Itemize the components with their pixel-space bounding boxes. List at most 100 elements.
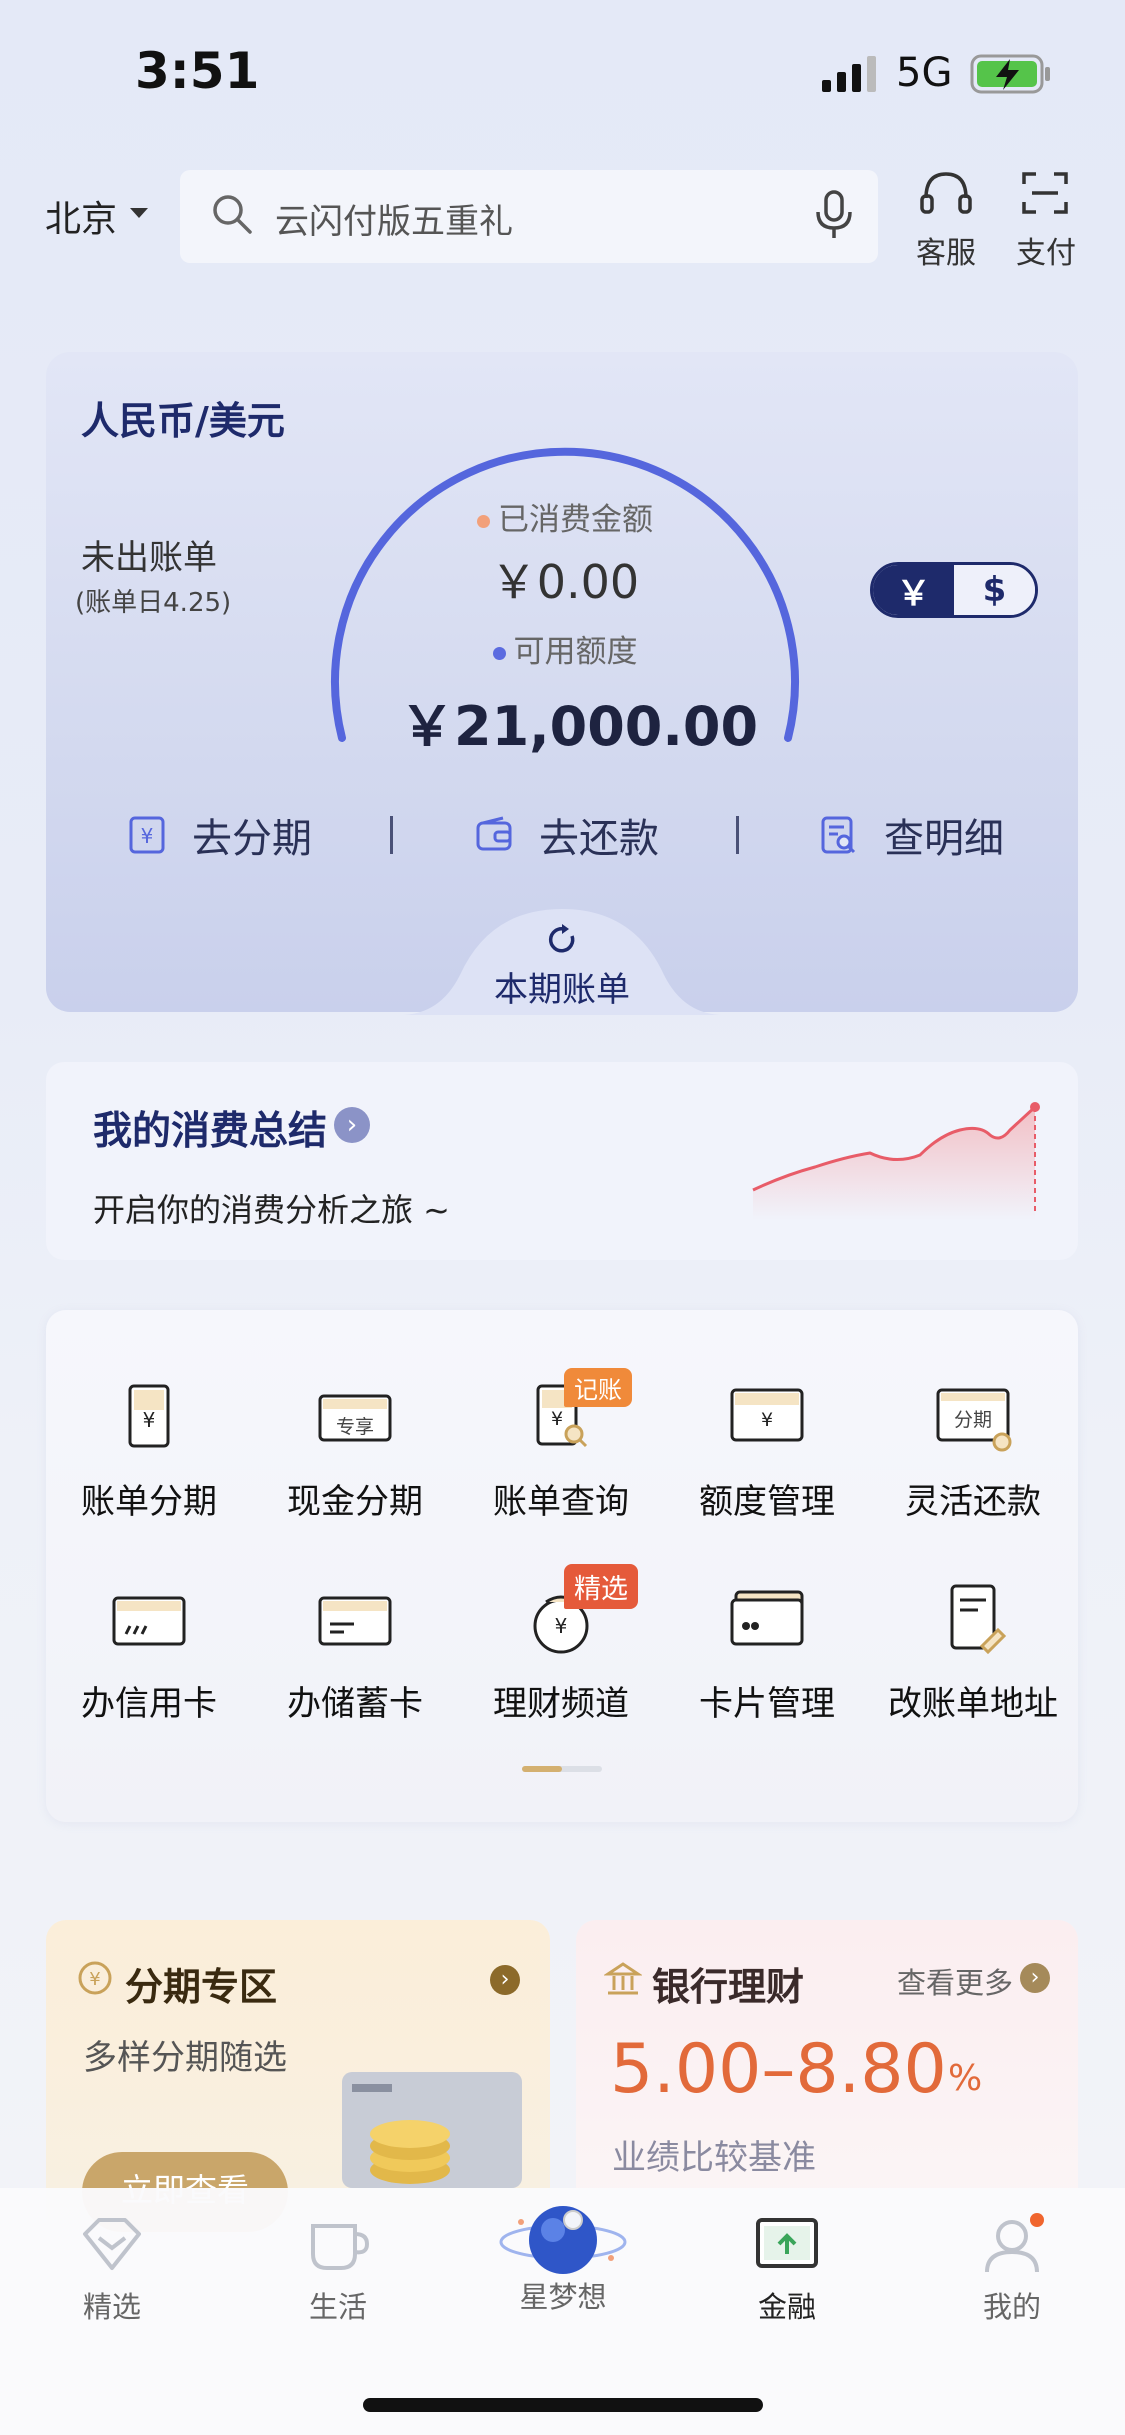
currency-title: 人民币/美元	[81, 399, 285, 443]
bookkeeping-badge: 记账	[564, 1368, 632, 1407]
flexible-repay-item[interactable]: 分期 灵活还款	[870, 1378, 1076, 1523]
benchmark-label: 业绩比较基准	[612, 2138, 816, 2178]
bill-installment-item[interactable]: ¥ 账单分期	[46, 1378, 252, 1523]
document-search-icon	[821, 816, 856, 854]
available-dot	[492, 647, 506, 660]
chevron-right-icon[interactable]: ›	[490, 1965, 520, 1995]
search-placeholder[interactable]: 云闪付版五重礼	[275, 194, 513, 243]
return-rate-unit: %	[948, 2058, 983, 2099]
installment-label[interactable]: 去分期	[192, 806, 312, 864]
credit-card-apply-icon	[112, 1596, 186, 1646]
view-more-link[interactable]: 查看更多	[897, 1960, 1013, 2002]
tab-label[interactable]: 星梦想	[483, 2274, 643, 2316]
grid-label[interactable]: 理财频道	[458, 1676, 664, 1725]
grid-label[interactable]: 改账单地址	[870, 1676, 1076, 1725]
available-limit-value: ￥21,000.00	[400, 695, 759, 758]
tab-finance[interactable]: 金融	[707, 2212, 867, 2326]
pay-label[interactable]: 支付	[1002, 228, 1090, 272]
finance-screen-icon	[756, 2218, 818, 2268]
tab-mine[interactable]: 我的	[932, 2212, 1092, 2326]
svg-text:¥: ¥	[141, 824, 154, 848]
svg-text:¥: ¥	[551, 1408, 563, 1430]
limit-management-icon: ¥	[730, 1388, 804, 1442]
refresh-icon[interactable]	[544, 922, 580, 958]
featured-badge: 精选	[564, 1564, 638, 1609]
summary-title[interactable]: 我的消费总结	[93, 1100, 327, 1156]
tab-label[interactable]: 金融	[707, 2284, 867, 2326]
divider	[736, 816, 739, 854]
chevron-right-icon[interactable]: ›	[1020, 1963, 1050, 1993]
apply-credit-card-item[interactable]: 办信用卡	[46, 1580, 252, 1725]
svg-text:分期: 分期	[954, 1409, 992, 1431]
scan-pay-icon[interactable]	[1020, 170, 1070, 216]
grid-label[interactable]: 账单分期	[46, 1474, 252, 1523]
debit-card-apply-icon	[318, 1596, 392, 1646]
svg-text:专享: 专享	[336, 1416, 374, 1438]
city-selector[interactable]: 北京	[45, 190, 117, 242]
limit-management-item[interactable]: ¥ 额度管理	[664, 1378, 870, 1523]
svg-text:¥: ¥	[555, 1614, 568, 1638]
tab-label[interactable]: 我的	[932, 2284, 1092, 2326]
microphone-icon[interactable]	[812, 190, 856, 240]
customer-service-label[interactable]: 客服	[902, 228, 990, 272]
apply-debit-card-item[interactable]: 办储蓄卡	[252, 1580, 458, 1725]
spending-trend-sparkline	[752, 1102, 1040, 1220]
cash-installment-item[interactable]: 专享 现金分期	[252, 1378, 458, 1523]
cup-icon	[311, 2224, 370, 2270]
toggle-rmb[interactable]: ￥	[873, 565, 954, 615]
toggle-usd[interactable]: $	[954, 565, 1035, 615]
bank-icon	[604, 1962, 642, 1995]
grid-label[interactable]: 账单查询	[458, 1474, 664, 1523]
signal-icon	[822, 56, 876, 92]
svg-text:¥: ¥	[761, 1409, 773, 1431]
svg-text:¥: ¥	[89, 1969, 100, 1990]
grid-label[interactable]: 现金分期	[252, 1474, 458, 1523]
search-icon	[213, 195, 252, 234]
grid-label[interactable]: 灵活还款	[870, 1474, 1076, 1523]
grid-label[interactable]: 办信用卡	[46, 1676, 252, 1725]
return-rate: 5.00–8.80	[610, 2030, 947, 2109]
grid-label[interactable]: 额度管理	[664, 1474, 870, 1523]
flexible-repay-icon: 分期	[936, 1388, 1012, 1452]
svg-text:¥: ¥	[143, 1408, 156, 1432]
yuan-coin-icon: ¥	[78, 1961, 112, 1995]
caret-down-icon[interactable]	[130, 208, 148, 218]
card-management-item[interactable]: 卡片管理	[664, 1580, 870, 1725]
currency-toggle[interactable]: ￥ $	[870, 562, 1038, 618]
grid-label[interactable]: 办储蓄卡	[252, 1676, 458, 1725]
current-bill-label[interactable]: 本期账单	[440, 962, 684, 1011]
headset-icon[interactable]	[918, 168, 974, 218]
cash-installment-icon: 专享	[318, 1394, 392, 1442]
change-address-icon	[950, 1584, 1007, 1655]
installment-action[interactable]: ¥ 去分期	[128, 806, 312, 864]
home-indicator[interactable]	[363, 2398, 763, 2412]
grid-label[interactable]: 卡片管理	[664, 1676, 870, 1725]
repay-label[interactable]: 去还款	[539, 806, 659, 864]
page-indicator-active	[522, 1766, 562, 1772]
bank-wealth-title[interactable]: 银行理财	[652, 1956, 804, 2011]
available-limit-label: 可用额度	[470, 626, 660, 671]
details-label[interactable]: 查明细	[884, 806, 1004, 864]
bill-installment-icon: ¥	[128, 1384, 170, 1448]
repay-action[interactable]: 去还款	[475, 806, 659, 864]
bill-day: (账单日4.25)	[75, 588, 232, 618]
tab-featured[interactable]: 精选	[32, 2212, 192, 2326]
details-action[interactable]: 查明细	[820, 806, 1004, 864]
tab-star-dream[interactable]: 星梦想	[483, 2200, 643, 2316]
user-icon	[985, 2213, 1044, 2273]
tab-label[interactable]: 生活	[258, 2284, 418, 2326]
installment-zone-title[interactable]: 分期专区	[125, 1956, 277, 2011]
installment-icon: ¥	[129, 816, 165, 854]
available-label-text: 可用额度	[513, 634, 638, 670]
tab-label[interactable]: 精选	[32, 2284, 192, 2326]
spent-label-text: 已消费金额	[498, 502, 653, 538]
change-bill-address-item[interactable]: 改账单地址	[870, 1580, 1076, 1725]
battery-charging-icon	[970, 54, 1050, 94]
planet-astronaut-icon	[499, 2206, 627, 2274]
network-type: 5G	[896, 50, 953, 96]
chevron-right-icon[interactable]: ›	[334, 1107, 370, 1143]
tab-life[interactable]: 生活	[258, 2212, 418, 2326]
unbilled-label[interactable]: 未出账单	[81, 530, 217, 579]
bill-query-item[interactable]: ¥ 账单查询	[458, 1378, 664, 1523]
installment-zone-subtitle: 多样分期随选	[83, 2038, 287, 2078]
